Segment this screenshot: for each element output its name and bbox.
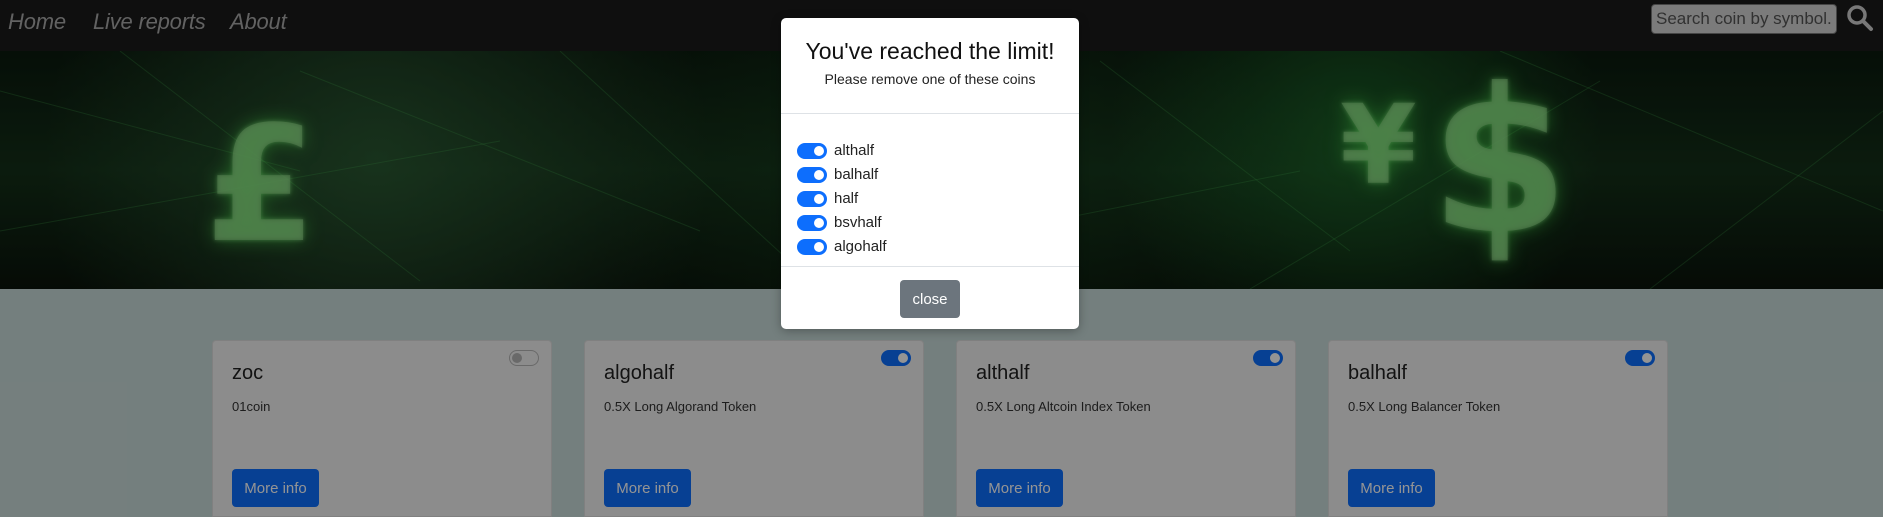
limit-modal: You've reached the limit! Please remove …	[781, 18, 1079, 329]
modal-title: You've reached the limit!	[805, 38, 1055, 64]
modal-coin-row: bsvhalf	[797, 213, 1057, 233]
modal-coin-toggle-switch[interactable]	[797, 239, 827, 255]
modal-coin-label: half	[834, 190, 859, 207]
modal-coin-toggle-switch[interactable]	[797, 167, 827, 183]
modal-coin-row: balhalf	[797, 165, 1057, 185]
toggle-knob	[814, 242, 824, 252]
modal-coin-row: algohalf	[797, 237, 1057, 257]
modal-coin-toggle-switch[interactable]	[797, 191, 827, 207]
modal-coin-label: balhalf	[834, 166, 879, 183]
modal-coin-row: althalf	[797, 141, 1057, 161]
modal-subtitle: Please remove one of these coins	[824, 71, 1036, 87]
modal-coin-label: algohalf	[834, 238, 887, 255]
modal-coin-row: half	[797, 189, 1057, 209]
toggle-knob	[814, 170, 824, 180]
modal-coin-toggle-switch[interactable]	[797, 215, 827, 231]
modal-divider	[781, 113, 1079, 114]
close-button[interactable]: close	[900, 280, 960, 318]
toggle-knob	[814, 146, 824, 156]
toggle-knob	[814, 218, 824, 228]
modal-coin-label: bsvhalf	[834, 214, 882, 231]
modal-coin-label: althalf	[834, 142, 875, 159]
modal-coin-toggle-switch[interactable]	[797, 143, 827, 159]
toggle-knob	[814, 194, 824, 204]
modal-divider	[781, 266, 1079, 267]
